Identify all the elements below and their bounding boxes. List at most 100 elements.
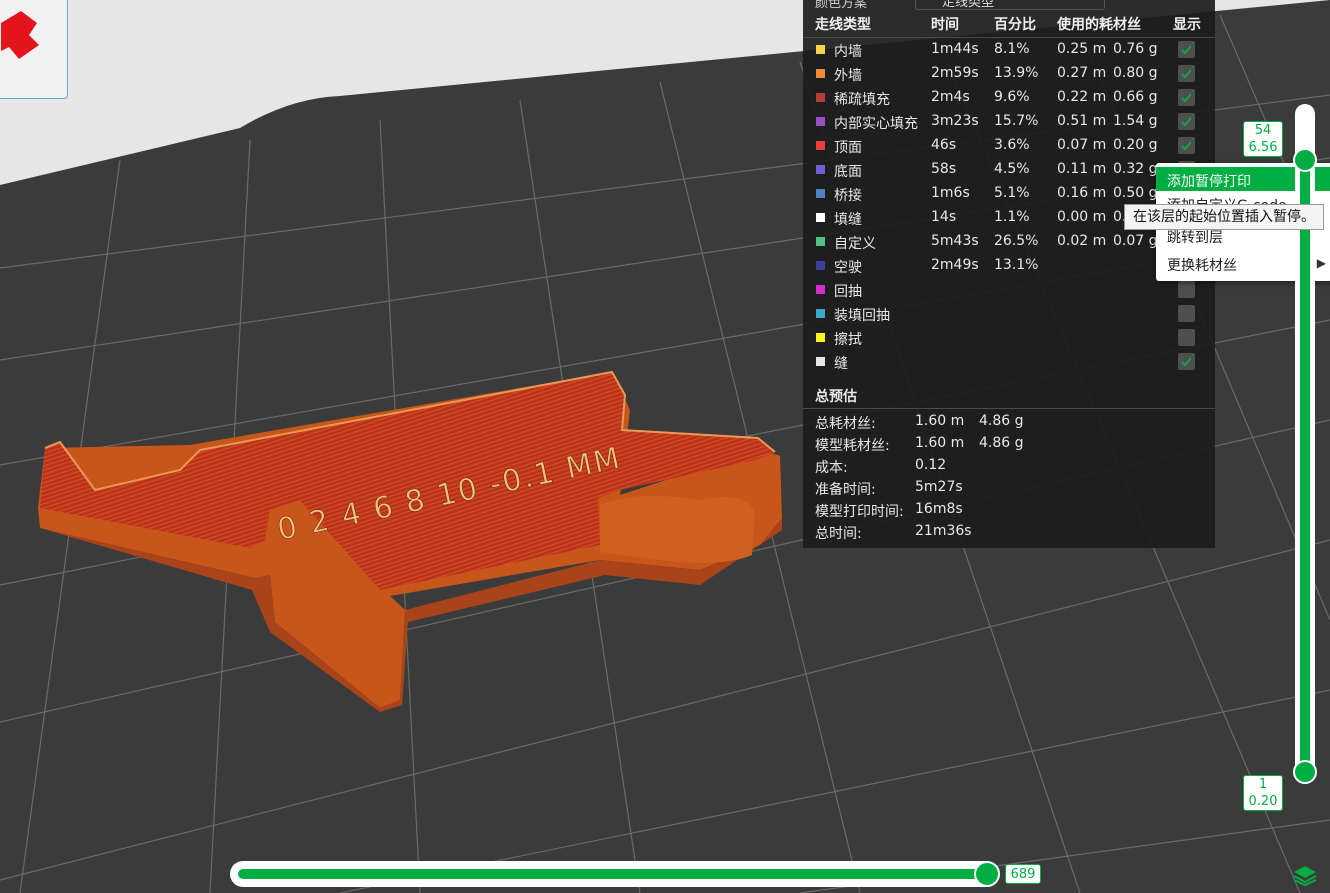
color-scheme-dropdown[interactable]: 走线类型 bbox=[915, 0, 1105, 10]
legend-length: 0.25 m bbox=[1057, 41, 1107, 57]
legend-type-name: 填缝 bbox=[834, 212, 862, 228]
legend-row: 擦拭 bbox=[803, 326, 1215, 350]
legend-color-swatch bbox=[816, 117, 825, 126]
summary-row: 总耗材丝: 1.60 m 4.86 g bbox=[803, 411, 1215, 433]
legend-length: 0.07 m bbox=[1057, 137, 1107, 153]
summary-value-2: 4.86 g bbox=[979, 435, 1024, 451]
legend-weight: 0.32 g bbox=[1113, 161, 1158, 177]
layers-icon[interactable] bbox=[1292, 864, 1318, 886]
summary-value: 21m36s bbox=[915, 523, 972, 539]
legend-time: 1m44s bbox=[931, 41, 979, 57]
legend-row: 装填回抽 bbox=[803, 302, 1215, 326]
col-header-percent: 百分比 bbox=[994, 17, 1036, 33]
legend-row: 缝 bbox=[803, 350, 1215, 374]
legend-length: 0.16 m bbox=[1057, 185, 1107, 201]
layer-slider-range bbox=[1300, 154, 1310, 774]
top-layer-number: 54 bbox=[1254, 123, 1272, 138]
legend-percent: 1.1% bbox=[994, 209, 1030, 225]
legend-color-swatch bbox=[816, 165, 825, 174]
menu-add-pause-label: 添加暂停打印 bbox=[1167, 174, 1251, 190]
visibility-checkbox[interactable] bbox=[1178, 113, 1195, 130]
thumbnail-model-icon bbox=[1, 11, 39, 59]
model-bump bbox=[600, 496, 755, 564]
summary-row: 总时间: 21m36s bbox=[803, 521, 1215, 543]
summary-row: 成本: 0.12 bbox=[803, 455, 1215, 477]
visibility-checkbox[interactable] bbox=[1178, 305, 1195, 322]
layer-slider-bottom-handle[interactable] bbox=[1293, 760, 1317, 784]
legend-percent: 15.7% bbox=[994, 113, 1039, 129]
legend-color-swatch bbox=[816, 237, 825, 246]
bottom-layer-number: 1 bbox=[1258, 777, 1268, 792]
legend-length: 0.22 m bbox=[1057, 89, 1107, 105]
summary-key: 准备时间: bbox=[815, 482, 876, 498]
legend-type-name: 装填回抽 bbox=[834, 308, 890, 324]
legend-type-name: 空驶 bbox=[834, 260, 862, 276]
visibility-checkbox[interactable] bbox=[1178, 353, 1195, 370]
summary-key: 成本: bbox=[815, 460, 848, 476]
move-slider-value: 689 bbox=[1005, 864, 1041, 884]
summary-key: 总耗材丝: bbox=[815, 416, 876, 432]
legend-row: 外墙 2m59s 13.9% 0.27 m 0.80 g bbox=[803, 62, 1215, 86]
visibility-checkbox[interactable] bbox=[1178, 329, 1195, 346]
legend-length: 0.02 m bbox=[1057, 233, 1107, 249]
legend-type-name: 底面 bbox=[834, 164, 862, 180]
visibility-checkbox[interactable] bbox=[1178, 137, 1195, 154]
visibility-checkbox[interactable] bbox=[1178, 41, 1195, 58]
legend-percent: 8.1% bbox=[994, 41, 1030, 57]
bottom-layer-label: 1 0.20 bbox=[1243, 775, 1283, 811]
legend-time: 5m43s bbox=[931, 233, 979, 249]
legend-time: 1m6s bbox=[931, 185, 970, 201]
top-layer-label: 54 6.56 bbox=[1243, 121, 1283, 157]
legend-length: 0.51 m bbox=[1057, 113, 1107, 129]
visibility-checkbox[interactable] bbox=[1178, 281, 1195, 298]
summary-value: 0.12 bbox=[915, 457, 947, 473]
top-layer-height: 6.56 bbox=[1248, 140, 1278, 155]
legend-color-swatch bbox=[816, 213, 825, 222]
submenu-arrow-icon: ▶ bbox=[1316, 256, 1326, 270]
legend-percent: 26.5% bbox=[994, 233, 1039, 249]
checkmark-icon bbox=[1181, 45, 1192, 55]
checkmark-icon bbox=[1181, 117, 1192, 127]
legend-percent: 3.6% bbox=[994, 137, 1030, 153]
legend-percent: 5.1% bbox=[994, 185, 1030, 201]
move-slider-handle[interactable] bbox=[974, 861, 1000, 887]
summary-row: 模型打印时间: 16m8s bbox=[803, 499, 1215, 521]
legend-percent: 13.9% bbox=[994, 65, 1039, 81]
layer-slider-top-handle[interactable] bbox=[1293, 148, 1317, 172]
legend-time: 2m49s bbox=[931, 257, 979, 273]
legend-color-swatch bbox=[816, 93, 825, 102]
legend-color-swatch bbox=[816, 357, 825, 366]
legend-row: 桥接 1m6s 5.1% 0.16 m 0.50 g bbox=[803, 182, 1215, 206]
summary-title: 总预估 bbox=[815, 389, 857, 405]
col-header-show: 显示 bbox=[1173, 17, 1201, 33]
legend-color-swatch bbox=[816, 333, 825, 342]
legend-row: 底面 58s 4.5% 0.11 m 0.32 g bbox=[803, 158, 1215, 182]
summary-value: 1.60 m bbox=[915, 413, 965, 429]
summary-value: 1.60 m bbox=[915, 435, 965, 451]
legend-weight: 0.76 g bbox=[1113, 41, 1158, 57]
legend-length: 0.27 m bbox=[1057, 65, 1107, 81]
legend-weight: 0.20 g bbox=[1113, 137, 1158, 153]
plate-thumbnail[interactable] bbox=[0, 0, 68, 99]
legend-row: 稀疏填充 2m4s 9.6% 0.22 m 0.66 g bbox=[803, 86, 1215, 110]
legend-row: 回抽 bbox=[803, 278, 1215, 302]
legend-type-name: 自定义 bbox=[834, 236, 876, 252]
legend-type-name: 顶面 bbox=[834, 140, 862, 156]
visibility-checkbox[interactable] bbox=[1178, 89, 1195, 106]
checkmark-icon bbox=[1181, 69, 1192, 79]
visibility-checkbox[interactable] bbox=[1178, 65, 1195, 82]
color-scheme-value: 走线类型 bbox=[942, 0, 995, 10]
legend-time: 46s bbox=[931, 137, 957, 153]
legend-type-name: 外墙 bbox=[834, 68, 862, 84]
legend-type-name: 擦拭 bbox=[834, 332, 862, 348]
legend-row: 内部实心填充 3m23s 15.7% 0.51 m 1.54 g bbox=[803, 110, 1215, 134]
summary-key: 总时间: bbox=[815, 526, 862, 542]
summary-key: 模型耗材丝: bbox=[815, 438, 890, 454]
legend-color-swatch bbox=[816, 141, 825, 150]
legend-percent: 4.5% bbox=[994, 161, 1030, 177]
legend-type-name: 稀疏填充 bbox=[834, 92, 890, 108]
legend-row: 内墙 1m44s 8.1% 0.25 m 0.76 g bbox=[803, 38, 1215, 62]
summary-key: 模型打印时间: bbox=[815, 504, 904, 520]
menu-change-filament-label: 更换耗材丝 bbox=[1167, 258, 1237, 274]
move-slider[interactable] bbox=[230, 861, 1000, 887]
